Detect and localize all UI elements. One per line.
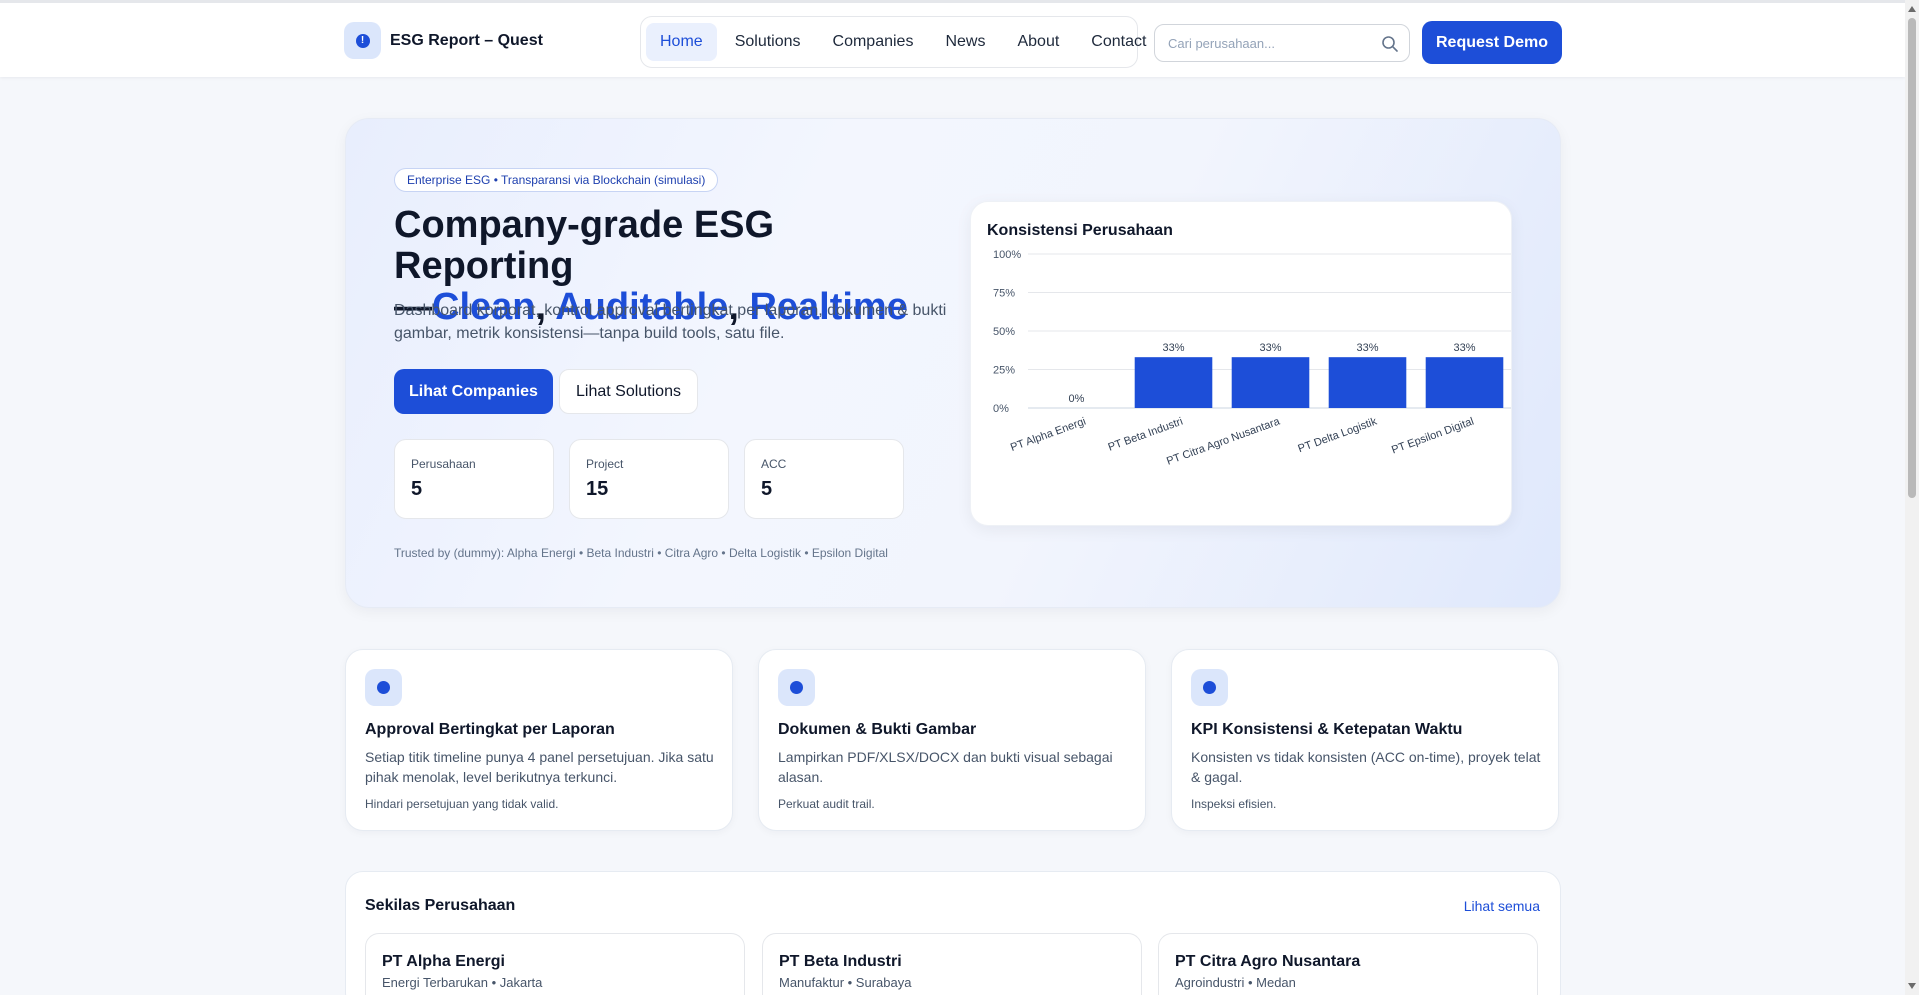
bar-value-label: 0% — [1069, 393, 1085, 405]
bar-value-label: 33% — [1453, 342, 1475, 354]
nav-solutions[interactable]: Solutions — [721, 23, 815, 61]
hero-title-main: Company-grade ESG Reporting — [394, 204, 775, 287]
hero-description: Dashboard korporat, kontrol approval ber… — [394, 302, 947, 342]
brand-logo-icon: ! — [344, 22, 381, 59]
consistency-chart-card: Konsistensi Perusahaan 0% 25% 50% 75% 100% 0%… — [970, 201, 1512, 526]
company-name: PT Citra Agro Nusantara — [1175, 953, 1361, 970]
bar-value-label: 33% — [1356, 342, 1378, 354]
feature-description: Setiap titik timeline punya 4 panel pers… — [365, 749, 714, 785]
search-icon[interactable] — [1381, 35, 1399, 53]
feature-title: Approval Bertingkat per Laporan — [365, 721, 615, 738]
company-card[interactable]: PT Alpha Energi Energi Terbarukan • Jaka… — [365, 933, 745, 995]
y-tick-label: 25% — [993, 365, 1015, 377]
scrollbar-thumb[interactable] — [1908, 18, 1916, 498]
company-meta: Manufaktur • Surabaya — [779, 975, 912, 990]
bar — [1328, 357, 1407, 408]
feature-dot-icon — [365, 669, 402, 706]
company-name: PT Alpha Energi — [382, 953, 505, 970]
search-input[interactable] — [1155, 25, 1365, 61]
y-tick-label: 75% — [993, 288, 1015, 300]
x-tick-label: PT Epsilon Digital — [1390, 416, 1476, 457]
view-all-link[interactable]: Lihat semua — [1464, 898, 1540, 914]
stat-label: ACC — [761, 457, 787, 471]
bar — [1134, 357, 1213, 408]
feature-card-approval: Approval Bertingkat per Laporan Setiap t… — [345, 649, 733, 831]
search-box — [1154, 24, 1410, 62]
trusted-by-text: Trusted by (dummy): Alpha Energi • Beta … — [394, 546, 888, 560]
view-companies-button[interactable]: Lihat Companies — [394, 369, 553, 414]
view-solutions-button[interactable]: Lihat Solutions — [559, 369, 698, 414]
brand-name: ESG Report – Quest — [390, 31, 543, 49]
stat-card-companies: Perusahaan 5 — [394, 439, 554, 519]
y-tick-label: 0% — [993, 403, 1009, 415]
hero-badge: Enterprise ESG • Transparansi via Blockc… — [394, 168, 719, 192]
overview-title: Sekilas Perusahaan — [365, 897, 516, 914]
y-tick-label: 50% — [993, 326, 1015, 338]
stat-card-projects: Project 15 — [569, 439, 729, 519]
x-tick-label: PT Beta Industri — [1106, 416, 1184, 454]
stat-card-acc: ACC 5 — [744, 439, 904, 519]
feature-card-kpi: KPI Konsistensi & Ketepatan Waktu Konsis… — [1171, 649, 1559, 831]
feature-dot-icon — [1191, 669, 1228, 706]
feature-note: Inspeksi efisien. — [1191, 797, 1277, 811]
feature-description: Konsisten vs tidak konsisten (ACC on-tim… — [1191, 749, 1541, 785]
scroll-down-arrow-icon[interactable] — [1908, 983, 1916, 989]
main-nav: Home Solutions Companies News About Cont… — [640, 16, 1146, 68]
request-demo-button[interactable]: Request Demo — [1422, 21, 1562, 64]
company-meta: Agroindustri • Medan — [1175, 975, 1296, 990]
stat-value: 5 — [411, 478, 423, 500]
feature-note: Hindari persetujuan yang tidak valid. — [365, 797, 559, 811]
stat-label: Project — [586, 457, 624, 471]
nav-about[interactable]: About — [1003, 23, 1073, 61]
nav-news[interactable]: News — [931, 23, 999, 61]
feature-dot-icon — [778, 669, 815, 706]
top-navbar: ! ESG Report – Quest Home Solutions Comp… — [0, 0, 1905, 77]
x-tick-label: PT Alpha Energi — [1009, 416, 1088, 454]
stat-label: Perusahaan — [411, 457, 476, 471]
feature-title: Dokumen & Bukti Gambar — [778, 721, 977, 738]
page-scrollbar[interactable] — [1905, 0, 1919, 995]
nav-home[interactable]: Home — [646, 23, 717, 61]
nav-companies[interactable]: Companies — [819, 23, 928, 61]
company-meta: Energi Terbarukan • Jakarta — [382, 975, 543, 990]
feature-title: KPI Konsistensi & Ketepatan Waktu — [1191, 721, 1463, 738]
company-card[interactable]: PT Citra Agro Nusantara Agroindustri • M… — [1158, 933, 1538, 995]
company-card[interactable]: PT Beta Industri Manufaktur • Surabaya — [762, 933, 1142, 995]
nav-contact[interactable]: Contact — [1077, 23, 1160, 61]
bar — [1231, 357, 1310, 408]
feature-card-documents: Dokumen & Bukti Gambar Lampirkan PDF/XLS… — [758, 649, 1146, 831]
consistency-bar-chart: 0%25%50%75%100%0%PT Alpha Energi33%PT Be… — [993, 249, 1511, 468]
x-tick-label: PT Delta Logistik — [1296, 415, 1379, 455]
bar — [1425, 357, 1504, 408]
bar-value-label: 33% — [1259, 342, 1281, 354]
y-tick-label: 100% — [993, 249, 1021, 261]
stat-value: 15 — [586, 478, 609, 500]
scroll-up-arrow-icon[interactable] — [1908, 6, 1916, 12]
bar-value-label: 33% — [1162, 342, 1184, 354]
company-name: PT Beta Industri — [779, 953, 902, 970]
hero-section: Enterprise ESG • Transparansi via Blockc… — [345, 118, 1561, 608]
company-overview-section: Sekilas Perusahaan Lihat semua PT Alpha … — [345, 871, 1561, 995]
feature-note: Perkuat audit trail. — [778, 797, 875, 811]
feature-description: Lampirkan PDF/XLSX/DOCX dan bukti visual… — [778, 749, 1113, 785]
stat-value: 5 — [761, 478, 773, 500]
brand[interactable]: ! ESG Report – Quest — [344, 22, 543, 59]
